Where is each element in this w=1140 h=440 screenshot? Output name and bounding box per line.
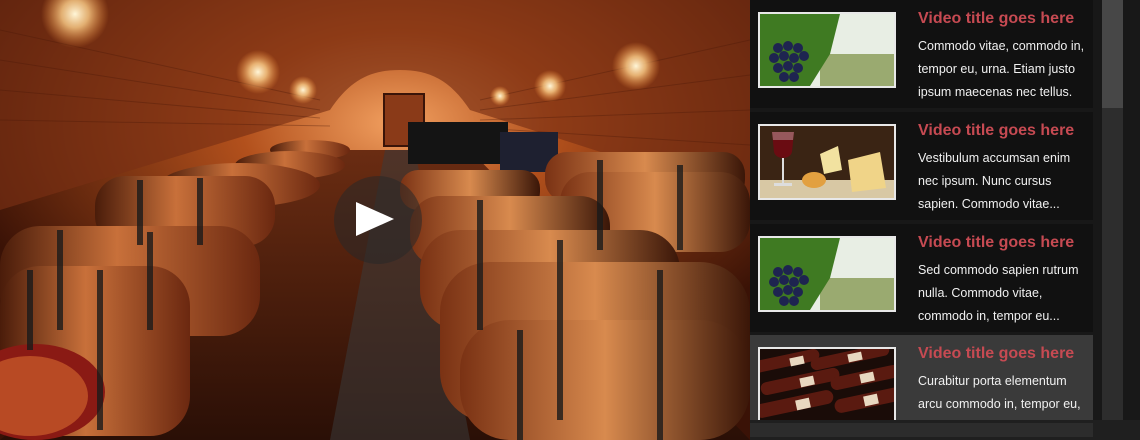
video-description: Sed commodo sapien rutrum nulla. Commodo… [918, 263, 1079, 323]
scrollbar-thumb[interactable] [1102, 0, 1123, 108]
video-title[interactable]: Video title goes here [918, 234, 1088, 252]
video-description: Commodo vitae, commodo in, tempor eu, ur… [918, 39, 1085, 99]
video-title[interactable]: Video title goes here [918, 122, 1088, 140]
wine-and-cheese-thumbnail [758, 124, 896, 200]
playlist-item[interactable]: Video title goes here Commodo vitae, com… [750, 0, 1093, 108]
playlist-item[interactable]: Video title goes here Sed commodo sapien… [750, 224, 1093, 332]
play-button[interactable] [334, 176, 422, 264]
video-playlist: Video title goes here Commodo vitae, com… [750, 0, 1140, 440]
grapes-thumbnail [758, 236, 896, 312]
grapes-thumbnail [758, 12, 896, 88]
video-player[interactable] [0, 0, 750, 440]
horizontal-scrollbar[interactable] [750, 420, 1140, 440]
playlist-scrollbar[interactable] [1102, 0, 1123, 440]
video-title[interactable]: Video title goes here [918, 345, 1088, 363]
playlist-item[interactable]: Video title goes here Vestibulum accumsa… [750, 112, 1093, 220]
video-title[interactable]: Video title goes here [918, 10, 1088, 28]
horizontal-scrollbar-thumb[interactable] [750, 423, 1093, 437]
video-description: Vestibulum accumsan enim nec ipsum. Nunc… [918, 151, 1071, 211]
play-icon [356, 202, 394, 236]
wine-bottles-thumbnail [758, 347, 896, 423]
